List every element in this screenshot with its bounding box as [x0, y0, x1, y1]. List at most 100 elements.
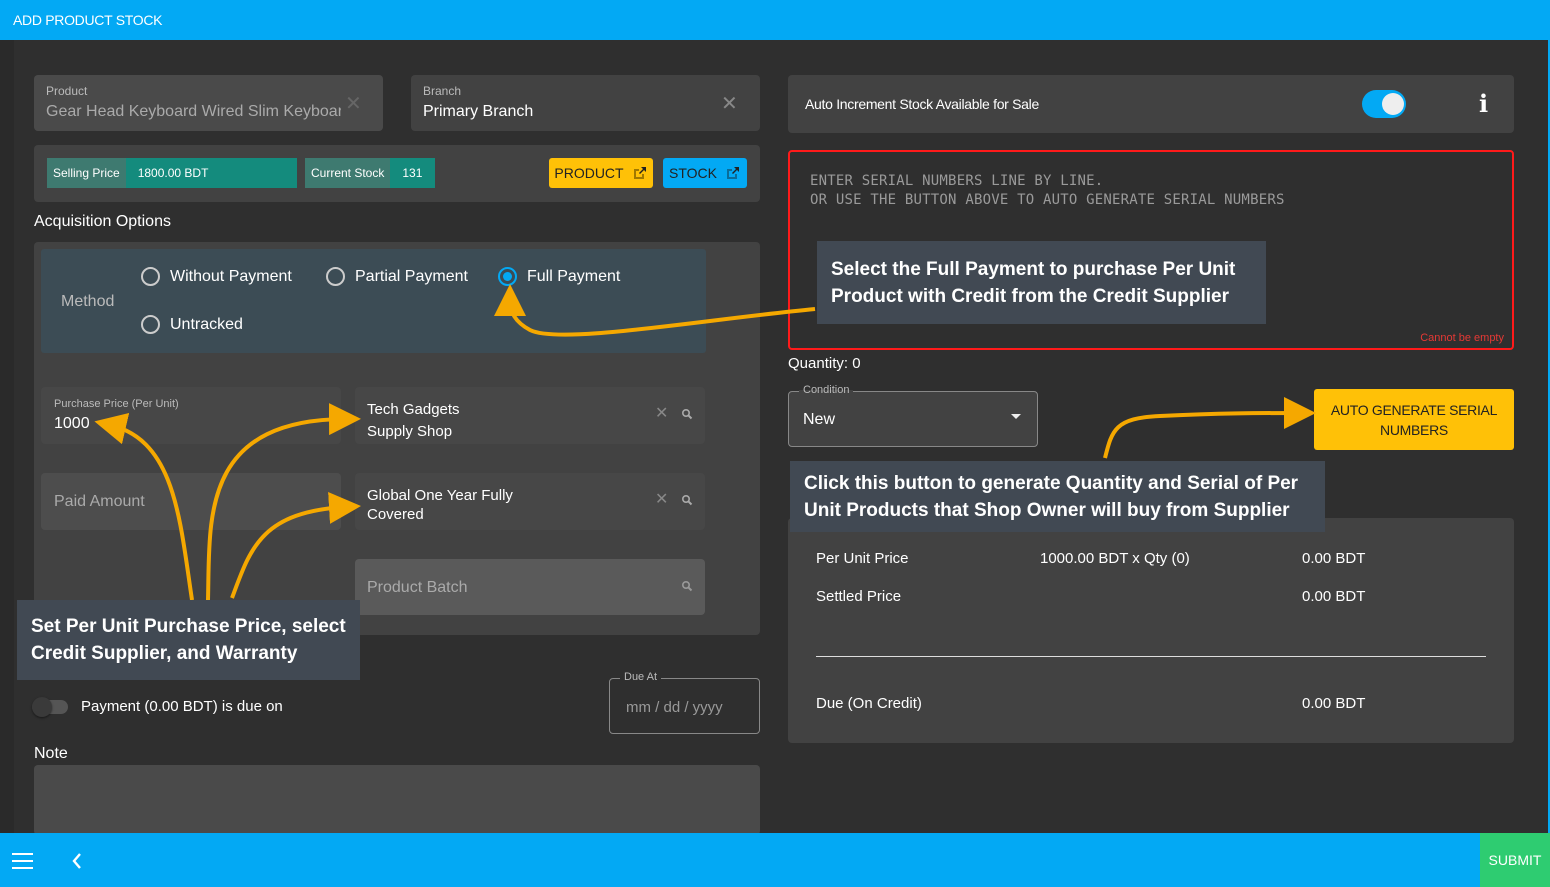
- radio-circle: [141, 315, 160, 334]
- due-on-credit-amount: 0.00 BDT: [1302, 695, 1366, 712]
- branch-field[interactable]: Branch Primary Branch ✕: [411, 75, 760, 131]
- condition-legend: Condition: [799, 384, 854, 396]
- payment-due-label: Payment (0.00 BDT) is due on: [81, 698, 283, 715]
- due-on-credit-label: Due (On Credit): [816, 695, 922, 712]
- chevron-down-icon: [1011, 414, 1021, 419]
- callout-text: Click this button to generate Quantity a…: [804, 470, 1298, 524]
- product-link-button[interactable]: PRODUCT: [549, 158, 653, 188]
- settled-price-amount: 0.00 BDT: [1302, 588, 1366, 605]
- due-at-legend: Due At: [620, 671, 662, 683]
- left-edge-shade: [0, 40, 14, 833]
- placeholder-line1: ENTER SERIAL NUMBERS LINE BY LINE.: [810, 173, 1104, 189]
- supplier-search-icon[interactable]: [681, 408, 693, 420]
- radio-circle: [326, 267, 345, 286]
- callout-line2: Product with Credit from the Credit Supp…: [831, 285, 1229, 307]
- supplier-clear-icon[interactable]: ✕: [655, 403, 668, 423]
- toggle-thumb: [1382, 93, 1404, 115]
- purchase-price-field[interactable]: Purchase Price (Per Unit) 1000: [41, 387, 341, 444]
- purchase-price-value: 1000: [54, 415, 90, 432]
- submit-button[interactable]: SUBMIT: [1480, 833, 1550, 887]
- product-field-label: Product: [46, 84, 88, 98]
- arrow-to-auto-generate: [1103, 397, 1316, 459]
- warranty-value-line1: Global One Year Fully: [367, 487, 513, 504]
- menu-icon[interactable]: [12, 852, 34, 870]
- auto-increment-label: Auto Increment Stock Available for Sale: [805, 96, 1039, 112]
- radio-label: Partial Payment: [355, 267, 468, 285]
- current-stock-value: 131: [390, 158, 435, 188]
- radio-circle-checked: [498, 267, 517, 286]
- auto-increment-row: Auto Increment Stock Available for Sale …: [788, 75, 1514, 133]
- note-textarea[interactable]: [34, 765, 760, 835]
- radio-without-payment[interactable]: Without Payment: [141, 267, 292, 286]
- radio-full-payment[interactable]: Full Payment: [498, 267, 620, 286]
- radio-label: Without Payment: [170, 267, 292, 285]
- selling-price-value: 1800.00 BDT: [125, 158, 297, 188]
- product-info-panel: Selling Price 1800.00 BDT Current Stock …: [34, 145, 760, 202]
- paid-amount-field[interactable]: Paid Amount: [41, 473, 341, 530]
- auto-increment-toggle[interactable]: [1362, 90, 1406, 118]
- callout-line1: Set Per Unit Purchase Price, select: [31, 616, 346, 637]
- serial-error-message: Cannot be empty: [1420, 332, 1504, 344]
- submit-label: SUBMIT: [1488, 852, 1542, 868]
- branch-field-value: Primary Branch: [423, 103, 534, 120]
- branch-field-label: Branch: [423, 84, 462, 98]
- info-icon[interactable]: i: [1479, 89, 1488, 118]
- batch-search-icon[interactable]: [681, 580, 693, 592]
- method-label: Method: [61, 293, 115, 310]
- warranty-clear-icon[interactable]: ✕: [655, 489, 668, 509]
- callout-full-payment: Select the Full Payment to purchase Per …: [817, 241, 1266, 324]
- supplier-value: Tech Gadgets Supply Shop: [367, 399, 460, 443]
- warranty-field[interactable]: Global One Year Fully Covered ✕: [355, 473, 705, 530]
- warranty-search-icon[interactable]: [681, 494, 693, 506]
- radio-circle: [141, 267, 160, 286]
- external-link-icon: [726, 167, 739, 179]
- purchase-price-label: Purchase Price (Per Unit): [54, 398, 179, 410]
- note-label: Note: [34, 745, 68, 762]
- callout-line2: Credit Supplier, and Warranty: [31, 643, 298, 664]
- placeholder-line2: OR USE THE BUTTON ABOVE TO AUTO GENERATE…: [810, 192, 1285, 208]
- acquisition-options-heading: Acquisition Options: [34, 213, 171, 230]
- branch-clear-icon[interactable]: ✕: [721, 91, 738, 116]
- top-app-bar: ADD PRODUCT STOCK: [0, 0, 1550, 40]
- payment-method-group: Method Without Payment Partial Payment F…: [41, 249, 706, 353]
- due-at-placeholder: mm / dd / yyyy: [626, 699, 723, 716]
- warranty-value-line2: Covered: [367, 506, 424, 523]
- callout-line1: Click this button to generate Quantity a…: [804, 472, 1299, 494]
- serial-numbers-placeholder: ENTER SERIAL NUMBERS LINE BY LINE. OR US…: [810, 172, 1285, 210]
- warranty-value: Global One Year Fully Covered: [367, 486, 513, 524]
- selling-price-chip: Selling Price 1800.00 BDT: [47, 158, 297, 188]
- radio-untracked[interactable]: Untracked: [141, 315, 243, 334]
- callout-auto-generate: Click this button to generate Quantity a…: [790, 461, 1325, 532]
- current-stock-label: Current Stock: [305, 158, 391, 188]
- auto-generate-line1: AUTO GENERATE SERIAL: [1330, 401, 1498, 418]
- supplier-value-line2: Supply Shop: [367, 423, 453, 440]
- product-field[interactable]: Product Gear Head Keyboard Wired Slim Ke…: [34, 75, 383, 131]
- per-unit-price-label: Per Unit Price: [816, 550, 909, 567]
- due-at-date-input[interactable]: Due At mm / dd / yyyy: [609, 671, 760, 734]
- back-chevron-icon[interactable]: [71, 852, 83, 870]
- callout-text: Select the Full Payment to purchase Per …: [831, 256, 1235, 310]
- callout-line2: Unit Products that Shop Owner will buy f…: [804, 499, 1290, 521]
- radio-partial-payment[interactable]: Partial Payment: [326, 267, 468, 286]
- product-batch-field[interactable]: Product Batch: [355, 559, 705, 615]
- supplier-value-line1: Tech Gadgets: [367, 401, 460, 418]
- condition-select[interactable]: Condition New: [788, 384, 1038, 447]
- stock-link-button[interactable]: STOCK: [663, 158, 747, 188]
- toggle-thumb: [32, 697, 52, 717]
- bottom-app-bar: SUBMIT: [0, 833, 1550, 887]
- product-clear-icon[interactable]: ✕: [345, 91, 362, 116]
- external-link-icon: [633, 167, 646, 179]
- callout-text: Set Per Unit Purchase Price, select Credi…: [31, 613, 346, 667]
- settled-price-label: Settled Price: [816, 588, 902, 605]
- callout-purchase-info: Set Per Unit Purchase Price, select Credi…: [17, 600, 360, 680]
- auto-generate-serial-button[interactable]: AUTO GENERATE SERIAL NUMBERS: [1314, 389, 1514, 450]
- radio-label: Untracked: [170, 315, 243, 333]
- summary-divider: [816, 656, 1486, 657]
- product-link-label: PRODUCT: [554, 165, 624, 181]
- price-summary-panel: Per Unit Price 1000.00 BDT x Qty (0) 0.0…: [788, 518, 1514, 743]
- page-title: ADD PRODUCT STOCK: [13, 12, 163, 28]
- quantity-label: Quantity: 0: [788, 355, 861, 372]
- supplier-field[interactable]: Tech Gadgets Supply Shop ✕: [355, 387, 705, 444]
- product-batch-placeholder: Product Batch: [367, 579, 468, 596]
- selling-price-label: Selling Price: [47, 158, 126, 188]
